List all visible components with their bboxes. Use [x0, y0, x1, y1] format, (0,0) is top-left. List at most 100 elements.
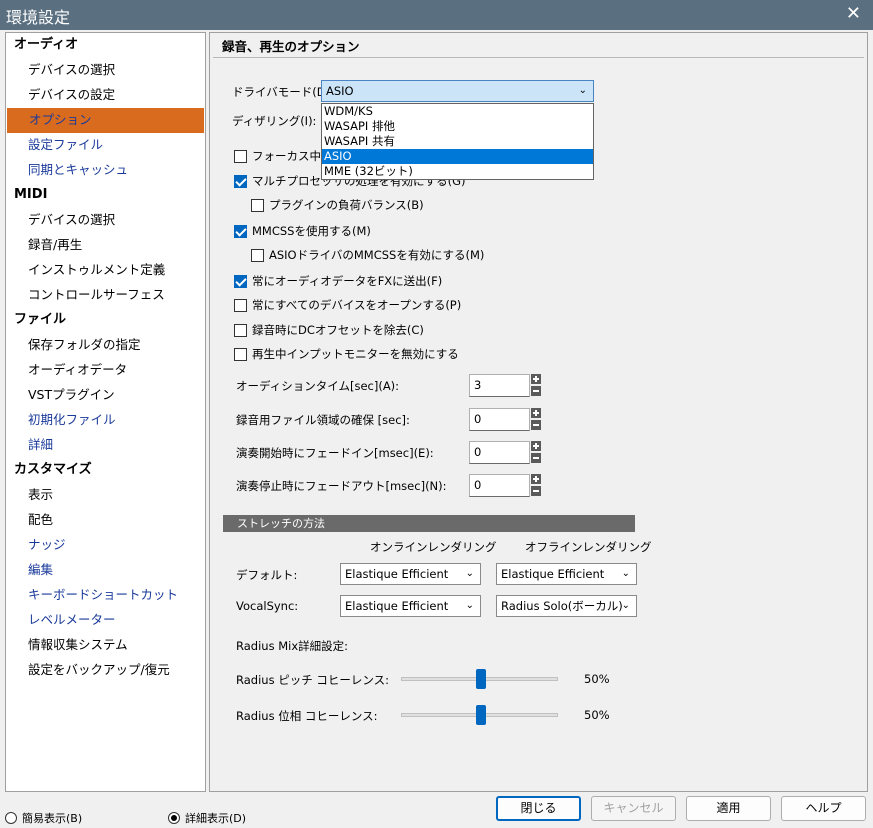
tree-item[interactable]: キーボードショートカット — [6, 583, 205, 608]
chevron-down-icon: ⌄ — [465, 600, 474, 611]
cancel-button[interactable]: キャンセル — [591, 796, 676, 821]
checkbox-box — [234, 224, 247, 238]
checkbox-box — [234, 323, 247, 337]
radius-mix-title: Radius Mix詳細設定: — [236, 639, 349, 653]
tree-item[interactable]: コントロールサーフェス — [6, 283, 205, 308]
help-button[interactable]: ヘルプ — [781, 796, 866, 821]
tree-item[interactable]: 録音/再生 — [6, 233, 205, 258]
minus-icon[interactable] — [531, 486, 541, 496]
driver-option[interactable]: WASAPI 共有 — [322, 134, 593, 149]
checkbox-box — [234, 149, 247, 163]
tree-item[interactable]: VSTプラグイン — [6, 383, 205, 408]
option-checkbox[interactable]: 再生中インプットモニターを無効にする — [234, 346, 459, 362]
tree-section-header[interactable]: MIDI — [6, 183, 205, 208]
simple-view-radio[interactable]: 簡易表示(B) — [5, 810, 82, 826]
tree-item[interactable]: ナッジ — [6, 533, 205, 558]
checkbox-label: MMCSSを使用する(M) — [252, 224, 371, 238]
number-input[interactable]: 0 — [469, 441, 530, 464]
option-checkbox[interactable]: ASIOドライバのMMCSSを有効にする(M) — [251, 247, 484, 263]
option-checkbox[interactable]: 常にすべてのデバイスをオープンする(P) — [234, 297, 461, 313]
driver-option[interactable]: WDM/KS — [322, 104, 593, 119]
slider-thumb[interactable] — [475, 669, 486, 689]
driver-mode-value: ASIO — [326, 84, 354, 98]
select-value: Elastique Efficient — [345, 567, 449, 581]
stretch-offline-select[interactable]: Elastique Efficient ⌄ — [496, 563, 637, 585]
plus-icon[interactable] — [531, 374, 541, 384]
tree-item[interactable]: 詳細 — [6, 433, 205, 458]
tree-section-header[interactable]: カスタマイズ — [6, 458, 205, 483]
tree-item[interactable]: 情報収集システム — [6, 633, 205, 658]
checkbox-box — [234, 298, 247, 312]
spin-buttons[interactable] — [531, 374, 541, 396]
tree-section-header[interactable]: オーディオ — [6, 33, 205, 58]
settings-tree: オーディオ デバイスの選択 デバイスの設定 オプション 設定ファイル 同期とキャッシュ MI… — [5, 32, 206, 792]
chevron-down-icon: ⌄ — [578, 85, 587, 96]
coherence-slider[interactable] — [401, 705, 558, 725]
driver-option[interactable]: MME (32ビット) — [322, 164, 593, 179]
checkbox-label: 録音時にDCオフセットを除去(C) — [252, 323, 424, 337]
checkbox-label: 常にすべてのデバイスをオープンする(P) — [252, 298, 462, 312]
number-field-label: 演奏停止時にフェードアウト[msec](N): — [236, 479, 447, 493]
tree-item[interactable]: 配色 — [6, 508, 205, 533]
tree-item[interactable]: 設定をバックアップ/復元 — [6, 658, 205, 683]
slider-value: 50% — [584, 708, 610, 722]
section-title: 録音、再生のオプション — [222, 39, 360, 54]
option-checkbox[interactable]: MMCSSを使用する(M) — [234, 223, 371, 239]
tree-item[interactable]: 初期化ファイル — [6, 408, 205, 433]
option-checkbox[interactable]: プラグインの負荷バランス(B) — [251, 197, 424, 213]
tree-item[interactable]: 表示 — [6, 483, 205, 508]
stretch-online-select[interactable]: Elastique Efficient ⌄ — [340, 595, 481, 617]
plus-icon[interactable] — [531, 441, 541, 451]
driver-mode-select[interactable]: ASIO ⌄ — [321, 80, 594, 102]
apply-button[interactable]: 適用 — [686, 796, 771, 821]
tree-item[interactable]: デバイスの選択 — [6, 208, 205, 233]
checkbox-box — [251, 248, 264, 262]
checkbox-label: 常にオーディオデータをFXに送出(F) — [252, 274, 443, 288]
option-checkbox[interactable]: 常にオーディオデータをFXに送出(F) — [234, 273, 442, 289]
minus-icon[interactable] — [531, 453, 541, 463]
stretch-offline-select[interactable]: Radius Solo(ボーカル) ⌄ — [496, 595, 637, 617]
number-input[interactable]: 0 — [469, 474, 530, 497]
section-divider — [213, 57, 864, 58]
tree-item[interactable]: インストゥルメント定義 — [6, 258, 205, 283]
plus-icon[interactable] — [531, 474, 541, 484]
detail-view-radio[interactable]: 詳細表示(D) — [168, 810, 246, 826]
checkbox-label: 再生中インプットモニターを無効にする — [252, 347, 459, 361]
close-icon[interactable]: ✕ — [846, 3, 861, 24]
online-rendering-header: オンラインレンダリング — [370, 540, 497, 554]
stretch-row-label: デフォルト: — [236, 568, 298, 582]
tree-item[interactable]: デバイスの選択 — [6, 58, 205, 83]
tree-item[interactable]: 設定ファイル — [6, 133, 205, 158]
tree-item[interactable]: オーディオデータ — [6, 358, 205, 383]
chevron-down-icon: ⌄ — [621, 568, 630, 579]
close-button[interactable]: 閉じる — [496, 796, 581, 821]
driver-option[interactable]: ASIO — [322, 149, 593, 164]
tree-item[interactable]: 編集 — [6, 558, 205, 583]
option-checkbox[interactable]: 録音時にDCオフセットを除去(C) — [234, 322, 424, 338]
minus-icon[interactable] — [531, 386, 541, 396]
number-input[interactable]: 0 — [469, 408, 530, 431]
stretch-online-select[interactable]: Elastique Efficient ⌄ — [340, 563, 481, 585]
spin-buttons[interactable] — [531, 474, 541, 496]
tree-item[interactable]: デバイスの設定 — [6, 83, 205, 108]
tree-item[interactable]: レベルメーター — [6, 608, 205, 633]
slider-thumb[interactable] — [475, 705, 486, 725]
title-bar: 環境設定 ✕ — [0, 0, 873, 30]
coherence-slider[interactable] — [401, 669, 558, 689]
driver-mode-dropdown[interactable]: WDM/KS WASAPI 排他 WASAPI 共有 ASIO MME (32ビット) — [321, 103, 594, 180]
minus-icon[interactable] — [531, 420, 541, 430]
number-input[interactable]: 3 — [469, 374, 530, 397]
slider-value: 50% — [584, 672, 610, 686]
spin-buttons[interactable] — [531, 408, 541, 430]
tree-item[interactable]: 同期とキャッシュ — [6, 158, 205, 183]
checkbox-box — [234, 274, 247, 288]
tree-item[interactable]: 保存フォルダの指定 — [6, 333, 205, 358]
plus-icon[interactable] — [531, 408, 541, 418]
tree-item[interactable]: オプション — [7, 108, 204, 133]
chevron-down-icon: ⌄ — [621, 600, 630, 611]
simple-view-label: 簡易表示(B) — [22, 812, 83, 825]
spin-buttons[interactable] — [531, 441, 541, 463]
driver-option[interactable]: WASAPI 排他 — [322, 119, 593, 134]
tree-section-header[interactable]: ファイル — [6, 308, 205, 333]
chevron-down-icon: ⌄ — [465, 568, 474, 579]
